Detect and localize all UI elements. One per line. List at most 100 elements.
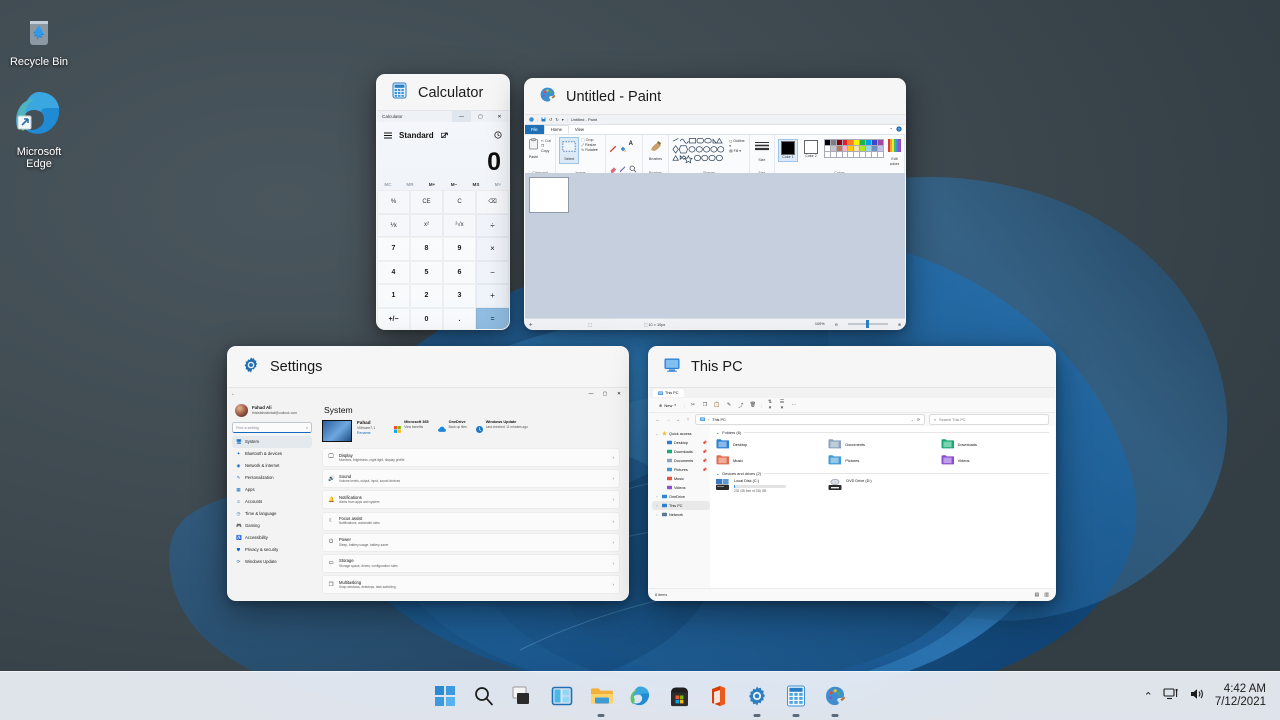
settings-quick-card-windows-update[interactable]: Windows UpdateLast checked: 11 minutes a… xyxy=(476,420,528,438)
settings-nav-item-time-language[interactable]: ◷Time & language xyxy=(232,508,312,520)
calculator-key-[interactable]: − xyxy=(476,261,509,285)
explorer-nav-item-videos[interactable]: Videos xyxy=(657,483,710,492)
calculator-key-1[interactable]: 1 xyxy=(377,284,410,308)
calculator-key-3[interactable]: 3 xyxy=(443,284,476,308)
settings-row-power[interactable]: ⏻PowerSleep, battery usage, battery save… xyxy=(322,533,620,552)
settings-nav-item-gaming[interactable]: 🎮Gaming xyxy=(232,520,312,532)
copy-label[interactable]: ❐ Copy xyxy=(541,144,552,154)
hamburger-icon[interactable] xyxy=(384,126,392,144)
taskbar-calculator-button[interactable] xyxy=(784,684,808,708)
memory-key[interactable]: MS xyxy=(465,179,487,190)
close-button[interactable]: ✕ xyxy=(612,391,626,397)
pin-icon[interactable]: 📌 xyxy=(702,458,707,463)
settings-nav-item-system[interactable]: 🖥System xyxy=(232,436,312,448)
memory-key[interactable]: M˅ xyxy=(487,179,509,190)
color1-button[interactable]: Color 1 xyxy=(778,139,798,162)
settings-row-focus-assist[interactable]: ☾Focus assistNotifications, automatic ru… xyxy=(322,512,620,531)
folder-tile-desktop[interactable]: Desktop xyxy=(716,438,824,450)
close-button[interactable]: ✕ xyxy=(490,111,509,122)
pin-icon[interactable]: 📌 xyxy=(702,449,707,454)
settings-search-input[interactable]: Find a setting ⌕ xyxy=(232,422,312,433)
rotate-button[interactable]: ↻ Rotate▾ xyxy=(581,148,597,153)
edit-colors-button[interactable]: Edit colors xyxy=(886,139,901,167)
zoom-out-button[interactable]: ⊖ xyxy=(835,322,838,327)
explorer-file-view[interactable]: ⌄ Folders (6) DesktopDocumentsDownloadsM… xyxy=(710,426,1055,588)
network-icon[interactable] xyxy=(1163,687,1179,706)
help-icon[interactable]: ? xyxy=(896,126,902,133)
back-arrow-icon[interactable]: ← xyxy=(231,391,236,397)
paint-canvas-area[interactable] xyxy=(525,173,905,319)
calculator-key-x[interactable]: ²√x xyxy=(443,214,476,238)
drive-tile-dvd-drive-d-[interactable]: DVD Drive (D:) xyxy=(828,479,936,493)
explorer-tab[interactable]: This PC xyxy=(653,389,684,397)
history-icon[interactable] xyxy=(494,126,502,144)
fill-icon[interactable] xyxy=(619,140,627,158)
settings-nav-item-bluetooth-devices[interactable]: ✦Bluetooth & devices xyxy=(232,448,312,460)
size-button[interactable]: Size xyxy=(755,140,769,163)
explorer-nav-item-network[interactable]: ›Network xyxy=(652,510,710,519)
zoom-slider-thumb[interactable] xyxy=(866,320,869,328)
recent-locations-button[interactable]: ⌄ xyxy=(675,417,681,423)
calculator-key-4[interactable]: 4 xyxy=(377,261,410,285)
view-icon[interactable]: ☰ ▾ xyxy=(778,399,786,411)
sort-icon[interactable]: ⇅ ▾ xyxy=(766,399,774,411)
taskbar-paint-button[interactable] xyxy=(823,684,847,708)
calculator-key-9[interactable]: 9 xyxy=(443,237,476,261)
tab-file[interactable]: File xyxy=(525,125,544,134)
zoom-in-button[interactable]: ⊕ xyxy=(898,322,901,327)
paint-canvas[interactable] xyxy=(529,177,569,213)
taskbar-widgets-button[interactable] xyxy=(550,684,574,708)
taskbar-task-view-button[interactable] xyxy=(511,684,535,708)
pin-icon[interactable]: 📌 xyxy=(702,440,707,445)
folder-tile-pictures[interactable]: Pictures xyxy=(828,454,936,466)
settings-row-multitasking[interactable]: ❐MultitaskingSnap windows, desktops, tas… xyxy=(322,575,620,594)
rename-icon[interactable]: ✎ xyxy=(725,402,733,408)
calculator-key-CE[interactable]: CE xyxy=(410,190,443,214)
explorer-nav-item-downloads[interactable]: Downloads📌 xyxy=(657,447,710,456)
explorer-nav-item-this-pc[interactable]: ›This PC xyxy=(652,501,710,510)
calculator-key-2[interactable]: 2 xyxy=(410,284,443,308)
calculator-key-6[interactable]: 6 xyxy=(443,261,476,285)
group-header-folders[interactable]: ⌄ Folders (6) xyxy=(716,430,1049,435)
calculator-key-0[interactable]: 0 xyxy=(410,308,443,330)
minimize-button[interactable]: — xyxy=(452,111,471,122)
taskbar-microsoft-store-button[interactable] xyxy=(667,684,691,708)
group-header-devices[interactable]: ⌄ Devices and drives (2) xyxy=(716,471,1049,476)
more-icon[interactable]: ··· xyxy=(790,402,798,408)
calculator-key-[interactable]: ⌫ xyxy=(476,190,509,214)
refresh-icon[interactable]: ⟳ xyxy=(917,417,920,422)
share-icon[interactable]: ⤴ xyxy=(737,402,745,409)
minimize-button[interactable]: — xyxy=(584,391,598,397)
palette-swatch-empty[interactable] xyxy=(877,151,884,158)
details-view-icon[interactable]: ▤ xyxy=(1035,592,1040,598)
explorer-nav-item-quick-access[interactable]: ⌄Quick access xyxy=(652,429,710,438)
taskbar-settings-button[interactable] xyxy=(745,684,769,708)
outline-button[interactable]: ◻ Outline ▾ xyxy=(729,139,746,149)
desktop-icon-microsoft-edge[interactable]: Microsoft Edge xyxy=(4,88,74,170)
ribbon-collapse-icon[interactable]: ⌃ xyxy=(889,127,893,132)
explorer-nav-item-pictures[interactable]: Pictures📌 xyxy=(657,465,710,474)
tab-home[interactable]: Home xyxy=(544,125,569,134)
chevron-down-icon[interactable]: ⌄ xyxy=(911,417,914,422)
expand-chevron-icon[interactable]: › xyxy=(655,513,659,517)
taskview-card-paint[interactable]: Untitled - Paint | ↺ ↻ ▾ | Untitled - Pa… xyxy=(524,78,906,330)
explorer-nav-item-music[interactable]: Music xyxy=(657,474,710,483)
memory-key[interactable]: M+ xyxy=(421,179,443,190)
drive-tile-local-disk-c-[interactable]: Local Disk (C:)232 GB free of 235 GB xyxy=(716,479,824,493)
calculator-key-x[interactable]: x² xyxy=(410,214,443,238)
settings-nav-item-personalization[interactable]: ✎Personalization xyxy=(232,472,312,484)
taskbar-clock[interactable]: 4:42 AM 7/12/2021 xyxy=(1215,683,1266,709)
cut-icon[interactable]: ✂ xyxy=(689,402,697,408)
settings-row-display[interactable]: 🖵DisplayMonitors, brightness, night ligh… xyxy=(322,448,620,467)
taskview-card-this-pc[interactable]: This PC This PC ⊕ New ▾ | ✂ ❐ 📋 ✎ xyxy=(648,346,1056,601)
calculator-key-[interactable]: . xyxy=(443,308,476,330)
taskview-card-calculator[interactable]: Calculator Calculator — ▢ ✕ Standard xyxy=(376,74,510,330)
explorer-nav-item-onedrive[interactable]: ›OneDrive xyxy=(652,492,710,501)
folder-tile-music[interactable]: Music xyxy=(716,454,824,466)
pin-icon[interactable]: 📌 xyxy=(702,467,707,472)
settings-nav-item-privacy-security[interactable]: ⛊Privacy & security xyxy=(232,544,312,556)
fill-button[interactable]: ▨ Fill ▾ xyxy=(729,149,746,154)
expand-chevron-icon[interactable]: ⌄ xyxy=(655,432,659,436)
memory-key[interactable]: MC xyxy=(377,179,399,190)
explorer-nav-item-documents[interactable]: Documents📌 xyxy=(657,456,710,465)
